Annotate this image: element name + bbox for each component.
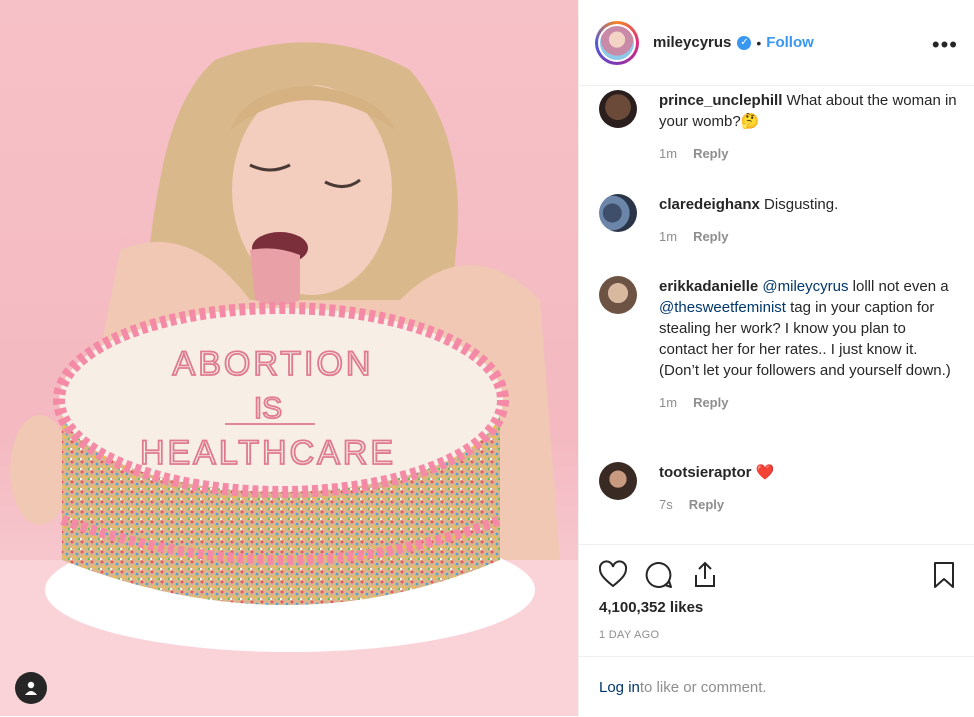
post-actions: 4,100,352 likes 1 DAY AGO xyxy=(579,544,974,657)
commenter-avatar[interactable] xyxy=(599,276,637,314)
comment-time: 1m xyxy=(659,395,678,410)
login-prompt: Log in to like or comment. xyxy=(579,656,974,717)
comment-meta: 1m Reply xyxy=(659,229,958,244)
comment-meta: 1m Reply xyxy=(659,146,958,161)
comment-text: claredeighanx Disgusting. xyxy=(659,194,958,215)
mention-link[interactable]: @thesweetfeminist xyxy=(659,299,786,316)
reply-button[interactable]: Reply xyxy=(693,146,728,161)
comment-text: prince_unclephill What about the woman i… xyxy=(659,90,958,132)
reply-button[interactable]: Reply xyxy=(693,229,728,244)
verified-badge-icon: ✓ xyxy=(737,35,752,50)
comment-item: erikkadanielle @mileycyrus lolll not eve… xyxy=(599,276,958,410)
profile-avatar[interactable] xyxy=(595,20,639,65)
heart-icon[interactable] xyxy=(597,559,629,591)
comment-body: ❤️ xyxy=(751,464,775,481)
login-text: to like or comment. xyxy=(639,678,767,696)
reply-button[interactable]: Reply xyxy=(689,497,724,512)
username-link[interactable]: mileycyrus xyxy=(653,34,731,51)
share-icon[interactable] xyxy=(689,559,721,591)
login-link[interactable]: Log in xyxy=(599,679,640,696)
cake-text-line3: HEALTHCARE xyxy=(140,434,396,472)
more-options-icon[interactable]: ••• xyxy=(932,32,958,58)
comments-list: prince_unclephill What about the woman i… xyxy=(579,86,974,544)
comment-meta: 1m Reply xyxy=(659,395,958,410)
cake-text-line2: IS xyxy=(254,392,282,425)
comment-item: prince_unclephill What about the woman i… xyxy=(599,90,958,161)
post-header: mileycyrus ✓ • Follow ••• xyxy=(579,0,974,86)
like-count[interactable]: 4,100,352 likes xyxy=(599,599,703,616)
comment-meta: 7s Reply xyxy=(659,497,958,512)
post-sidebar: mileycyrus ✓ • Follow ••• prince_uncleph… xyxy=(578,0,974,716)
cake-text-line1: ABORTION xyxy=(173,345,374,383)
comment-username[interactable]: tootsieraptor xyxy=(659,464,752,481)
separator-dot: • xyxy=(756,34,762,51)
comment-body: Disgusting. xyxy=(759,196,839,213)
mention-link[interactable]: @mileycyrus xyxy=(762,278,848,295)
reply-button[interactable]: Reply xyxy=(693,395,728,410)
comment-time: 1m xyxy=(659,229,678,244)
bookmark-icon[interactable] xyxy=(928,559,960,591)
comment-time: 1m xyxy=(659,146,678,161)
comment-item: claredeighanx Disgusting. 1m Reply xyxy=(599,194,958,244)
post-timestamp[interactable]: 1 DAY AGO xyxy=(599,629,659,641)
commenter-avatar[interactable] xyxy=(599,90,637,128)
comment-icon[interactable] xyxy=(643,559,675,591)
comment-text: erikkadanielle @mileycyrus lolll not eve… xyxy=(659,276,958,381)
comment-username[interactable]: erikkadanielle xyxy=(659,278,758,295)
commenter-avatar[interactable] xyxy=(599,462,637,500)
comment-body: lolll not even a xyxy=(848,278,949,295)
comment-text: tootsieraptor ❤️ xyxy=(659,462,958,483)
comment-username[interactable]: claredeighanx xyxy=(659,196,760,213)
comment-item: tootsieraptor ❤️ 7s Reply xyxy=(599,462,958,512)
comment-time: 7s xyxy=(659,497,673,512)
user-tag-button[interactable] xyxy=(15,672,47,704)
comment-username[interactable]: prince_unclephill xyxy=(659,92,782,109)
follow-button[interactable]: Follow xyxy=(766,34,814,51)
commenter-avatar[interactable] xyxy=(599,194,637,232)
person-icon xyxy=(25,681,37,695)
post-photo[interactable]: ABORTION IS HEALTHCARE xyxy=(0,0,578,716)
post-image: ABORTION IS HEALTHCARE xyxy=(0,42,578,716)
